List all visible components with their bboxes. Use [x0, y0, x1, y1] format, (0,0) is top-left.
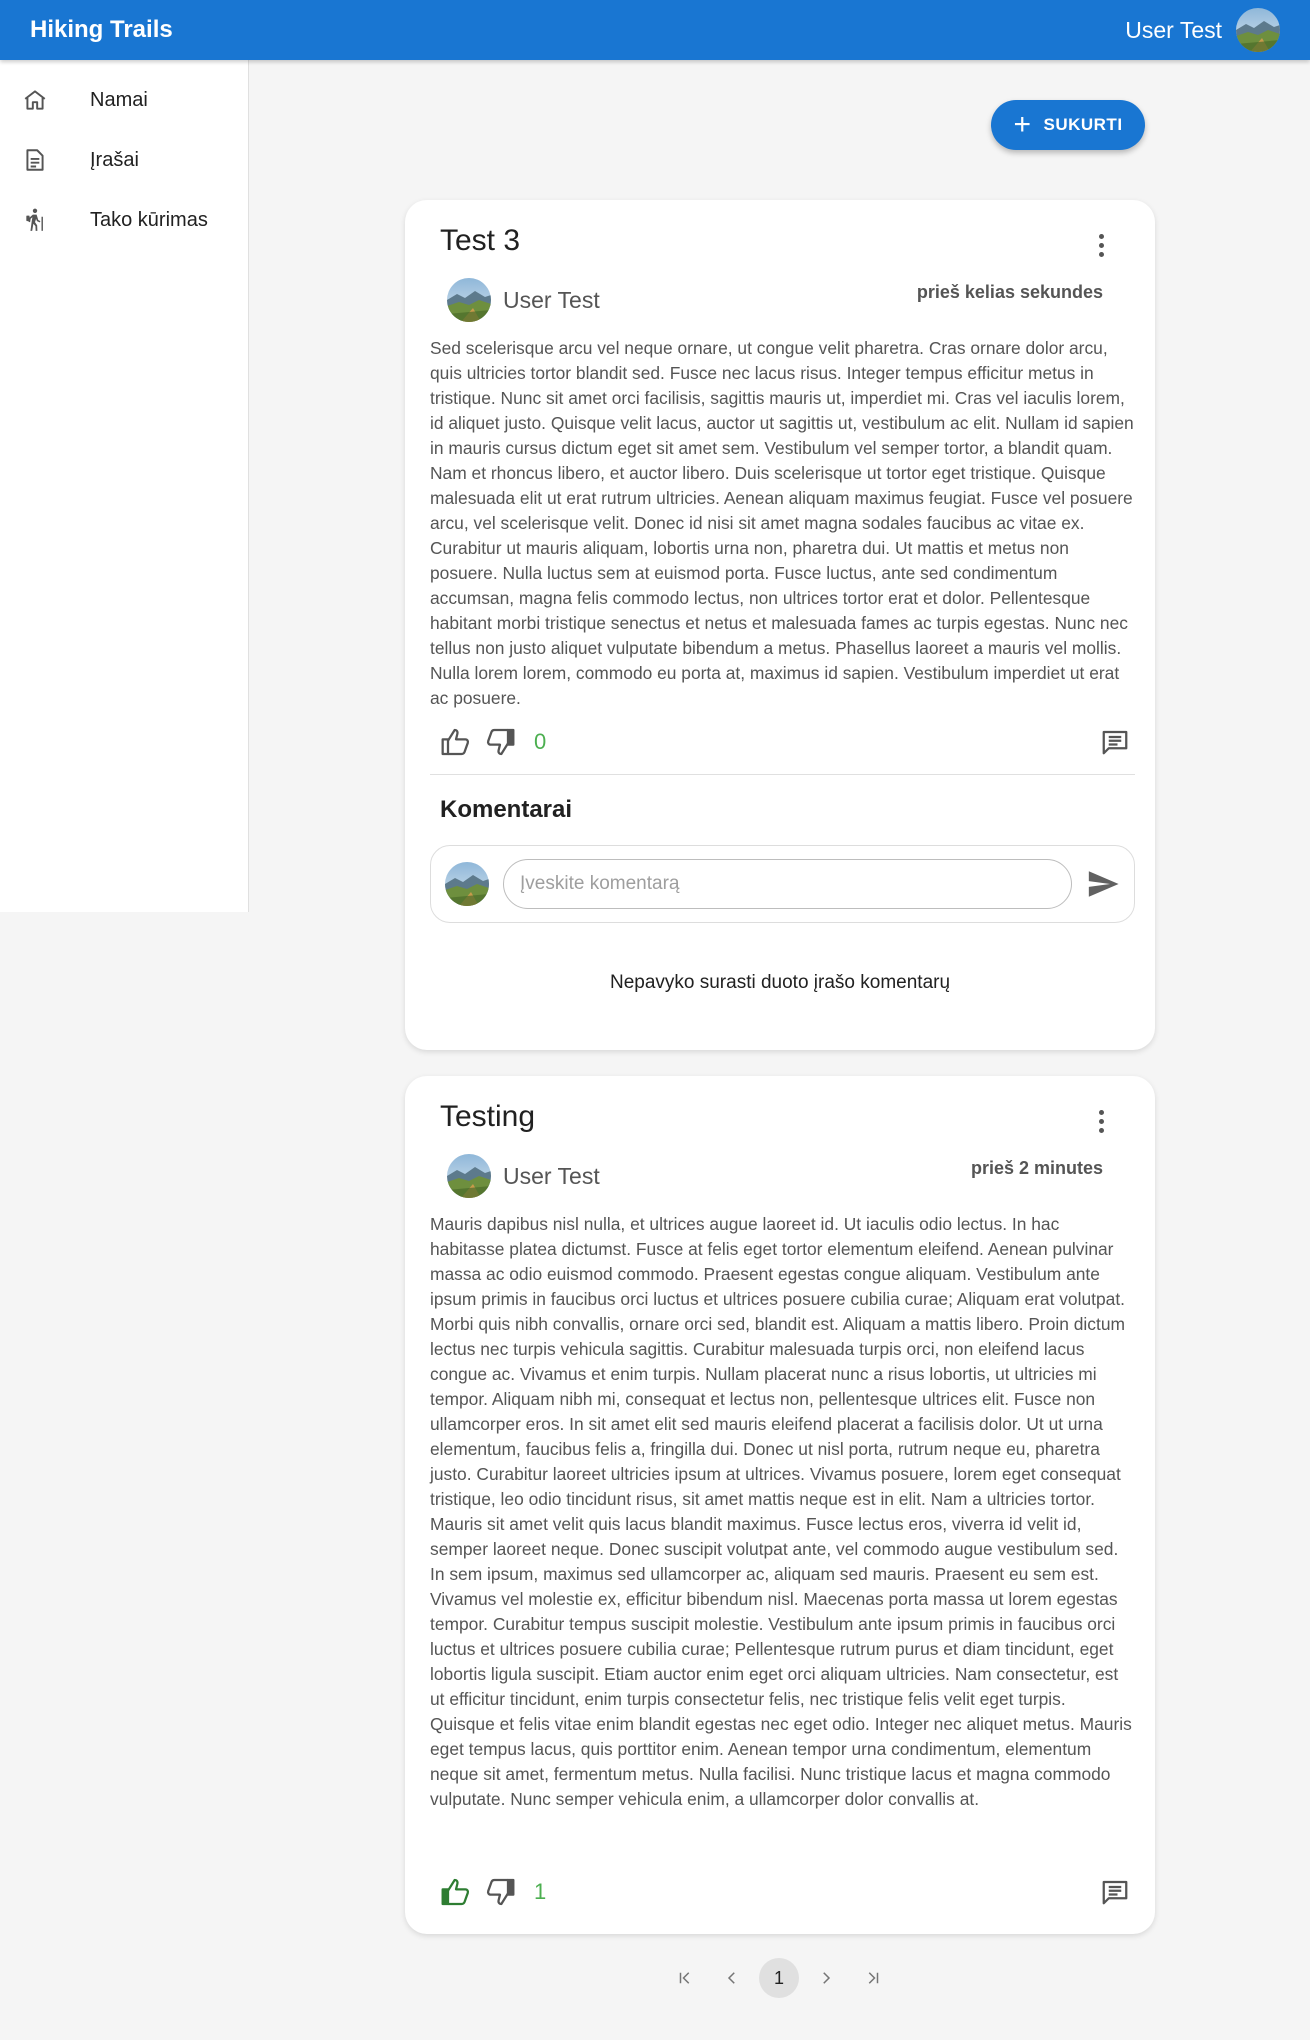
prev-page-icon[interactable] [712, 1958, 752, 1998]
post-body: Mauris dapibus nisl nulla, et ultrices a… [430, 1214, 1132, 1809]
author-name: User Test [503, 286, 600, 313]
comment-input[interactable] [503, 859, 1072, 909]
home-icon [0, 87, 90, 113]
more-vert-icon[interactable] [1097, 1110, 1105, 1134]
post-actions: 0 [440, 724, 1130, 760]
sidebar-item-label: Tako kūrimas [90, 208, 208, 231]
page-button-current[interactable]: 1 [759, 1958, 799, 1998]
sidebar-item-trail-creation[interactable]: Tako kūrimas [0, 190, 248, 250]
first-page-icon[interactable] [665, 1958, 705, 1998]
like-count: 0 [534, 729, 547, 754]
user-menu[interactable]: User Test [1125, 8, 1280, 52]
author-name: User Test [503, 1162, 600, 1189]
create-button[interactable]: + SUKURTI [991, 100, 1145, 150]
sidebar-item-home[interactable]: Namai [0, 70, 248, 130]
more-vert-icon[interactable] [1097, 234, 1105, 258]
user-name: User Test [1125, 16, 1222, 43]
comment-icon[interactable] [1100, 727, 1130, 757]
thumb-up-icon[interactable] [440, 726, 472, 758]
create-button-label: SUKURTI [1043, 115, 1123, 134]
post-time: prieš kelias sekundes [916, 282, 1103, 302]
comment-icon[interactable] [1100, 1877, 1130, 1907]
avatar [447, 1154, 491, 1198]
pagination: 1 [665, 1958, 900, 1998]
post-author: User Test [447, 278, 600, 322]
post-title: Testing [440, 1100, 536, 1133]
comment-form [430, 845, 1135, 923]
post-card: Testing User Test prieš 2 minutes Mauris… [405, 1076, 1155, 1934]
app-bar: Hiking Trails User Test [0, 0, 1310, 60]
comments-empty-message: Nepavyko surasti duoto įrašo komentarų [609, 972, 951, 993]
thumb-up-icon[interactable] [440, 1876, 472, 1908]
article-icon [0, 147, 90, 173]
avatar[interactable] [1236, 8, 1280, 52]
post-title: Test 3 [440, 224, 521, 257]
post-author: User Test [447, 1154, 600, 1198]
sidebar-item-label: Namai [90, 88, 148, 111]
next-page-icon[interactable] [806, 1958, 846, 1998]
post-card: Test 3 User Test prieš kelias sekundes S… [405, 200, 1155, 1050]
thumb-down-icon[interactable] [484, 726, 516, 758]
app-title[interactable]: Hiking Trails [30, 16, 173, 44]
thumb-down-icon[interactable] [484, 1876, 516, 1908]
avatar [445, 862, 489, 906]
post-time: prieš 2 minutes [970, 1158, 1103, 1178]
comments-heading: Komentarai [440, 796, 573, 823]
send-icon[interactable] [1086, 867, 1120, 901]
plus-icon: + [1013, 108, 1032, 141]
hiking-icon [0, 207, 90, 233]
divider [430, 774, 1135, 775]
sidebar-item-posts[interactable]: Įrašai [0, 130, 248, 190]
sidebar: Namai Įrašai Tako kūrimas [0, 60, 249, 912]
sidebar-item-label: Įrašai [90, 148, 139, 171]
post-body: Sed scelerisque arcu vel neque ornare, u… [430, 338, 1134, 708]
avatar [447, 278, 491, 322]
post-actions: 1 [440, 1874, 1130, 1910]
last-page-icon[interactable] [853, 1958, 893, 1998]
like-count: 1 [534, 1879, 547, 1904]
